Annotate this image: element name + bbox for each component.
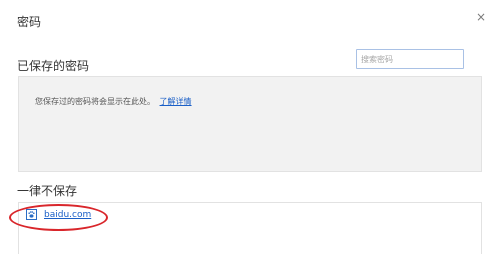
passwords-dialog: 密码 × 已保存的密码 您保存过的密码将会显示在此处。 了解详情 一律不保存 b… [0,0,485,254]
dialog-title: 密码 [17,15,42,29]
saved-passwords-panel: 您保存过的密码将会显示在此处。 了解详情 [18,76,482,172]
empty-message: 您保存过的密码将会显示在此处。 了解详情 [35,96,192,107]
list-item[interactable]: baidu.com [26,209,91,220]
empty-message-text: 您保存过的密码将会显示在此处。 [35,97,155,106]
close-icon[interactable]: × [476,11,485,23]
learn-more-link[interactable]: 了解详情 [160,97,192,106]
search-passwords-input[interactable] [356,49,464,69]
never-saved-list: baidu.com [18,202,482,254]
saved-passwords-heading: 已保存的密码 [17,59,90,73]
baidu-paw-favicon-icon [26,209,37,220]
never-saved-heading: 一律不保存 [17,184,78,198]
site-link[interactable]: baidu.com [44,210,91,220]
